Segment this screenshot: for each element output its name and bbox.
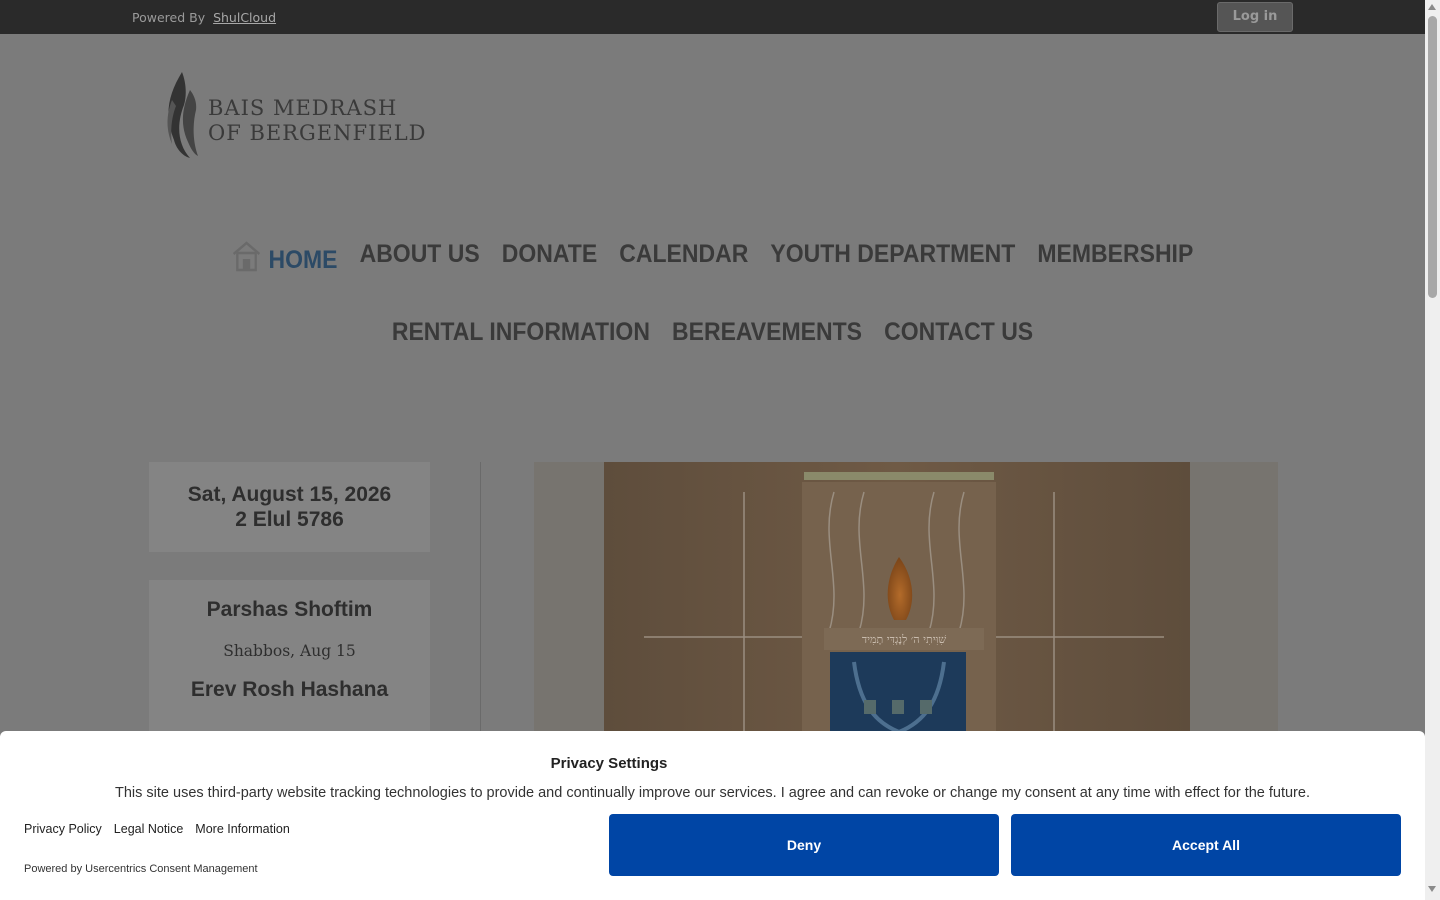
upcoming-event: Erev Rosh Hashana xyxy=(190,678,389,701)
privacy-policy-link[interactable]: Privacy Policy xyxy=(24,822,102,836)
hebrew-date: 2 Elul 5786 xyxy=(235,508,344,531)
privacy-consent-banner: Privacy Settings This site uses third-pa… xyxy=(0,731,1425,900)
nav-item-membership[interactable]: MEMBERSHIP xyxy=(1037,240,1193,275)
site-logo[interactable]: BAIS MEDRASH OF BERGENFIELD xyxy=(160,70,430,160)
usercentrics-powered-by[interactable]: Powered by Usercentrics Consent Manageme… xyxy=(24,863,258,875)
aron-kodesh-illustration: שִׁוִּיתִי ה׳ לְנֶגְדִּי תָמִיד xyxy=(534,462,1278,762)
nav-item-home-label: HOME xyxy=(268,246,338,274)
column-divider xyxy=(480,462,481,762)
main-nav-row-2: RENTAL INFORMATION BEREAVEMENTS CONTACT … xyxy=(57,318,1368,347)
more-information-link[interactable]: More Information xyxy=(195,822,289,836)
nav-item-youth-department[interactable]: YOUTH DEPARTMENT xyxy=(770,240,1015,275)
consent-links: Privacy Policy Legal Notice More Informa… xyxy=(24,822,290,836)
logo-line-2: OF BERGENFIELD xyxy=(208,121,427,145)
home-icon xyxy=(232,241,261,272)
powered-by: Powered By ShulCloud xyxy=(132,10,276,25)
deny-button[interactable]: Deny xyxy=(609,814,999,876)
consent-title: Privacy Settings xyxy=(550,755,668,772)
date-box: Sat, August 15, 2026 2 Elul 5786 xyxy=(149,462,430,552)
nav-item-contact-us[interactable]: CONTACT US xyxy=(884,318,1033,347)
parsha-subtitle: Shabbos, Aug 15 xyxy=(223,642,356,660)
top-bar: Powered By ShulCloud Log in xyxy=(0,0,1425,34)
scroll-thumb[interactable] xyxy=(1428,16,1437,298)
login-button[interactable]: Log in xyxy=(1217,2,1293,32)
scroll-up-arrow-icon[interactable] xyxy=(1428,4,1436,10)
shulcloud-link[interactable]: ShulCloud xyxy=(213,10,276,25)
logo-line-1: BAIS MEDRASH xyxy=(208,96,398,120)
scroll-down-arrow-icon[interactable] xyxy=(1428,886,1436,892)
consent-description: This site uses third-party website track… xyxy=(115,785,1310,801)
nav-item-home[interactable]: HOME xyxy=(232,240,338,275)
powered-by-label: Powered By xyxy=(132,10,206,25)
flame-logo-icon xyxy=(167,72,198,158)
nav-item-calendar[interactable]: CALENDAR xyxy=(619,240,748,275)
accept-all-button[interactable]: Accept All xyxy=(1011,814,1401,876)
parsha-title: Parshas Shoftim xyxy=(206,598,373,621)
main-nav-row-1: HOME ABOUT US DONATE CALENDAR YOUTH DEPA… xyxy=(57,240,1368,275)
legal-notice-link[interactable]: Legal Notice xyxy=(114,822,184,836)
logo-text: BAIS MEDRASH OF BERGENFIELD xyxy=(208,96,427,146)
nav-item-about-us[interactable]: ABOUT US xyxy=(360,240,480,275)
hero-inscription: שִׁוִּיתִי ה׳ לְנֶגְדִּי תָמִיד xyxy=(862,633,947,646)
gregorian-date: Sat, August 15, 2026 xyxy=(187,483,392,506)
nav-item-bereavements[interactable]: BEREAVEMENTS xyxy=(672,318,862,347)
nav-item-donate[interactable]: DONATE xyxy=(502,240,597,275)
nav-item-rental-information[interactable]: RENTAL INFORMATION xyxy=(392,318,650,347)
page-scrollbar[interactable] xyxy=(1425,0,1440,900)
hero-image: שִׁוִּיתִי ה׳ לְנֶגְדִּי תָמִיד xyxy=(534,462,1278,762)
